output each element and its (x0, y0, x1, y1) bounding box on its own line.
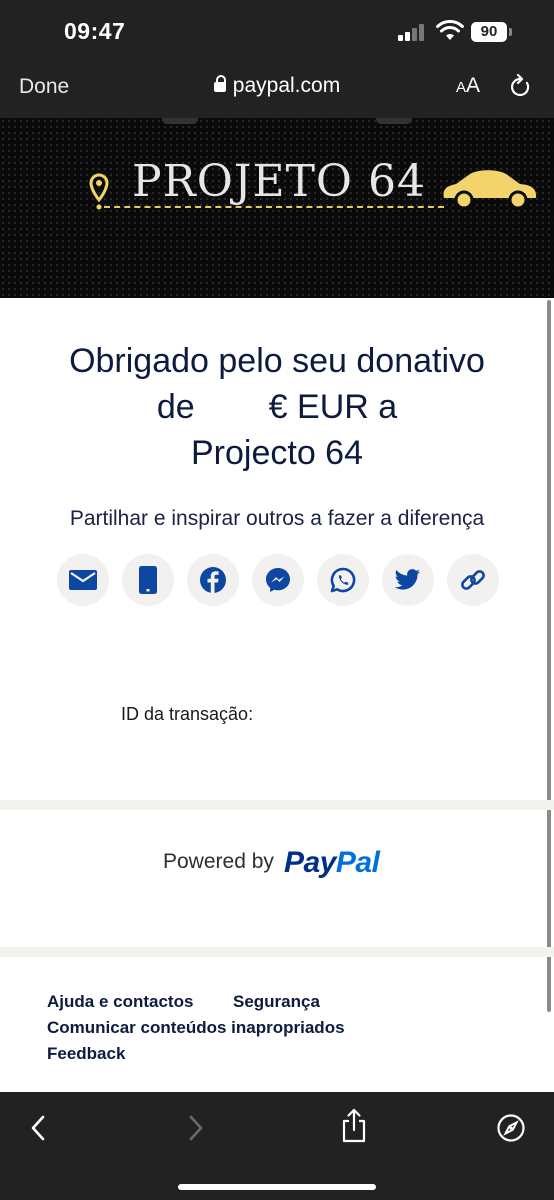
banner-decoration (376, 118, 412, 124)
cellular-signal-icon (398, 23, 428, 41)
powered-by-label: Powered by (163, 850, 274, 873)
battery-tip (509, 28, 512, 36)
reload-icon[interactable] (508, 74, 532, 100)
email-icon (69, 570, 97, 590)
lock-icon (213, 75, 226, 92)
banner-decoration (162, 118, 198, 124)
share-messenger-button[interactable] (252, 554, 304, 606)
section-divider (0, 800, 554, 810)
share-icon[interactable] (340, 1108, 368, 1144)
share-facebook-button[interactable] (187, 554, 239, 606)
security-link[interactable]: Segurança (233, 992, 320, 1012)
share-sms-button[interactable] (122, 554, 174, 606)
transaction-id-label: ID da transação: (121, 704, 254, 724)
banner-route-line (104, 206, 444, 208)
report-content-link[interactable]: Comunicar conteúdos inapropriados (47, 1018, 345, 1038)
url-text: paypal.com (232, 74, 341, 97)
paypal-logo: PayPal (284, 846, 380, 879)
compass-icon[interactable] (496, 1113, 526, 1143)
car-icon (443, 170, 537, 210)
messenger-icon (266, 568, 290, 592)
feedback-link[interactable]: Feedback (47, 1044, 125, 1064)
status-bar: 09:47 90 (0, 0, 554, 62)
wifi-icon (436, 20, 464, 40)
share-buttons (57, 554, 499, 606)
browser-toolbar: Done paypal.com AA (0, 62, 554, 118)
forward-icon[interactable] (186, 1114, 206, 1142)
share-prompt: Partilhar e inspirar outros a fazer a di… (69, 507, 485, 530)
copy-link-button[interactable] (447, 554, 499, 606)
share-twitter-button[interactable] (382, 554, 434, 606)
banner-title: PROJETO 64 (132, 156, 426, 207)
home-indicator[interactable] (178, 1184, 376, 1190)
text-size-button[interactable]: AA (456, 74, 480, 98)
battery-indicator: 90 (471, 22, 507, 42)
copy-link-icon (461, 570, 485, 590)
thank-you-heading: Obrigado pelo seu donativo de € EUR a Pro… (69, 342, 485, 472)
help-contacts-link[interactable]: Ajuda e contactos (47, 992, 193, 1012)
whatsapp-icon (330, 567, 356, 593)
section-divider (0, 947, 554, 957)
share-whatsapp-button[interactable] (317, 554, 369, 606)
sms-icon (139, 566, 157, 594)
back-icon[interactable] (28, 1114, 48, 1142)
share-email-button[interactable] (57, 554, 109, 606)
twitter-icon (395, 569, 420, 590)
facebook-icon (200, 567, 226, 593)
status-time: 09:47 (64, 18, 126, 44)
